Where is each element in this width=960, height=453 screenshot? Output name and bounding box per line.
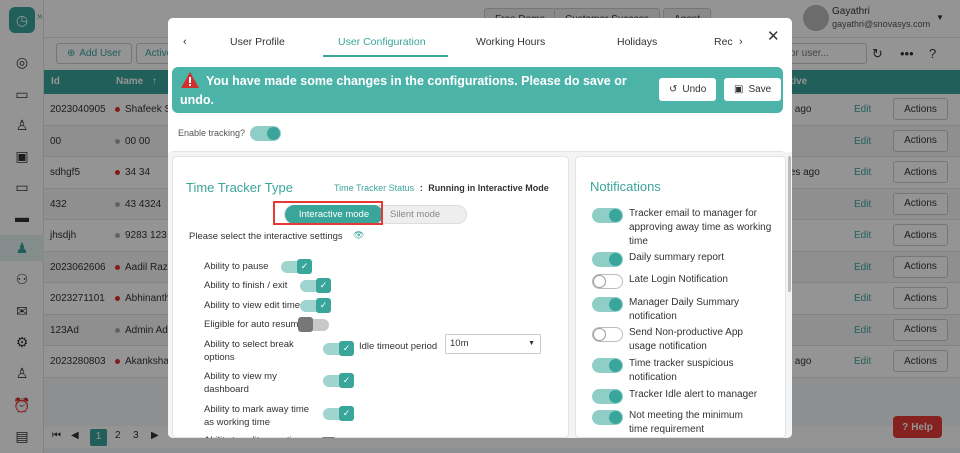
notification-toggle[interactable]: [592, 327, 623, 342]
save-button[interactable]: ▣ Save: [724, 78, 782, 101]
notification-toggle[interactable]: [592, 389, 623, 404]
check-icon: ✓: [339, 406, 354, 421]
toggle-knob: [609, 209, 622, 222]
notification-label: Daily summary report: [629, 252, 725, 263]
setting-label: Ability to view my dashboard: [204, 371, 277, 395]
toggle-knob: [298, 317, 313, 332]
save-label: Save: [748, 84, 772, 95]
setting-label: Ability to select break options: [204, 339, 294, 363]
status-label: Time Tracker Status: [334, 183, 415, 193]
undo-label: Undo: [682, 84, 707, 95]
enable-tracking-toggle[interactable]: [250, 126, 281, 141]
notifications-title: Notifications: [590, 179, 661, 194]
status-value: Running in Interactive Mode: [428, 183, 549, 193]
setting-toggle[interactable]: ✓: [323, 373, 354, 388]
time-tracker-title: Time Tracker Type: [186, 180, 293, 195]
setting-toggle[interactable]: ✓: [300, 278, 331, 293]
check-icon: ✓: [316, 278, 331, 293]
silent-mode-option[interactable]: Silent mode: [390, 209, 440, 220]
check-icon: ✓: [339, 373, 354, 388]
highlight-box: [273, 201, 383, 225]
setting-label: Eligible for auto resume: [204, 319, 304, 330]
toggle-knob: [609, 359, 622, 372]
notifications-card: Notifications Tracker email to manager f…: [575, 156, 786, 438]
toggle-knob: [609, 411, 622, 424]
user-config-modal: ‹ User Profile User Configuration Workin…: [168, 18, 792, 438]
chevron-down-icon: ▼: [528, 340, 535, 347]
notification-toggle[interactable]: [592, 252, 623, 267]
banner-message: You have made some changes in the config…: [180, 74, 627, 107]
notification-toggle[interactable]: [592, 208, 623, 223]
tab-user-configuration[interactable]: User Configuration: [338, 36, 426, 48]
notification-label: Time tracker suspicious notification: [629, 358, 734, 383]
setting-label: Ability to finish / exit: [204, 280, 288, 291]
notification-label: Late Login Notification: [629, 274, 728, 285]
tracker-status: Time Tracker Status : Running in Interac…: [334, 183, 549, 193]
setting-toggle[interactable]: [298, 317, 329, 332]
toggle-knob: [609, 253, 622, 266]
idle-timeout-select[interactable]: 10m ▼: [445, 334, 541, 354]
tabs-prev-icon[interactable]: ‹: [183, 36, 187, 48]
notification-toggle[interactable]: [592, 297, 623, 312]
notification-toggle[interactable]: [592, 358, 623, 373]
idle-timeout-label: Idle timeout period: [359, 341, 438, 352]
setting-toggle[interactable]: ✓: [323, 341, 354, 356]
unsaved-changes-banner: You have made some changes in the config…: [172, 67, 783, 113]
scrollbar[interactable]: [788, 156, 791, 292]
config-body: Time Tracker Type Time Tracker Status : …: [168, 152, 792, 438]
time-tracker-card: Time Tracker Type Time Tracker Status : …: [172, 156, 569, 438]
toggle-knob: [609, 390, 622, 403]
tab-holidays[interactable]: Holidays: [617, 36, 657, 48]
setting-label: Ability to view edit time: [204, 300, 301, 311]
eye-icon[interactable]: 👁: [353, 230, 364, 241]
notification-label: Not meeting the minimum time requirement: [629, 410, 743, 435]
status-separator: :: [419, 183, 423, 193]
notification-label: Manager Daily Summary notification: [629, 297, 740, 322]
settings-label: Please select the interactive settings: [189, 231, 343, 242]
tab-user-profile[interactable]: User Profile: [230, 36, 285, 48]
check-icon: ✓: [339, 341, 354, 356]
setting-label: Ability to pause: [204, 261, 269, 272]
setting-toggle[interactable]: ✓: [323, 406, 354, 421]
setting-label: Ability to mark away time as working tim…: [204, 404, 310, 428]
undo-icon: ↺: [669, 84, 678, 95]
tab-working-hours[interactable]: Working Hours: [476, 36, 545, 48]
enable-tracking-row: Enable tracking?: [172, 116, 783, 152]
notification-label: Tracker email to manager for approving a…: [629, 208, 772, 247]
undo-button[interactable]: ↺ Undo: [659, 78, 717, 101]
setting-toggle[interactable]: ✓: [281, 259, 312, 274]
tabs-next-icon[interactable]: ›: [739, 36, 743, 48]
active-tab-indicator: [323, 55, 448, 57]
tab-rec[interactable]: Rec: [714, 36, 733, 48]
toggle-knob: [593, 275, 606, 288]
toggle-knob: [609, 298, 622, 311]
modal-tabs: ‹ User Profile User Configuration Workin…: [168, 18, 792, 66]
enable-tracking-label: Enable tracking?: [178, 128, 246, 138]
notification-label: Send Non-productive App usage notificati…: [629, 327, 743, 352]
close-icon[interactable]: ✕: [767, 27, 780, 45]
setting-label: Ability to split away time: [204, 434, 319, 438]
notification-label: Tracker Idle alert to manager: [629, 389, 758, 400]
check-icon: ✓: [316, 298, 331, 313]
save-icon: ▣: [734, 84, 744, 95]
setting-toggle[interactable]: ✓: [300, 298, 331, 313]
toggle-knob: [593, 328, 606, 341]
notification-toggle[interactable]: [592, 274, 623, 289]
toggle-knob: [321, 437, 336, 438]
check-icon: ✓: [297, 259, 312, 274]
notification-toggle[interactable]: [592, 410, 623, 425]
idle-timeout-value: 10m: [450, 338, 469, 349]
